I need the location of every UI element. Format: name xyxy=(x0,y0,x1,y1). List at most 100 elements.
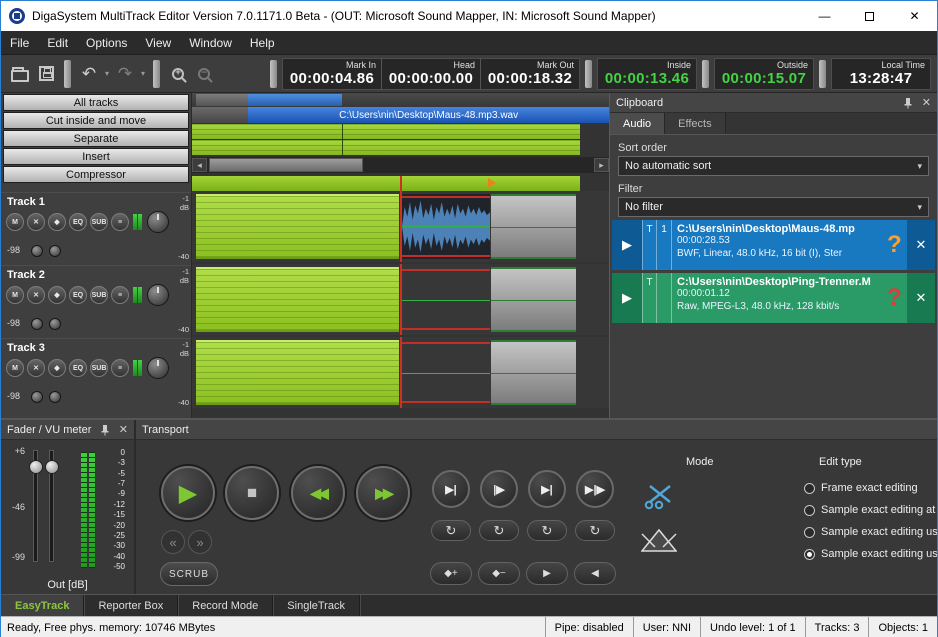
gain-knob[interactable] xyxy=(31,245,43,257)
play-item-button[interactable]: ▶ xyxy=(612,220,642,270)
nudge-left-button[interactable]: ◀ xyxy=(574,562,616,585)
track-menu-button[interactable]: ≡ xyxy=(111,213,129,231)
tab-singletrack[interactable]: SingleTrack xyxy=(273,595,360,616)
audio-object-green[interactable] xyxy=(196,267,399,332)
nudge-right-button[interactable]: ▶ xyxy=(526,562,568,585)
marker-icon[interactable] xyxy=(488,178,496,188)
add-marker-button[interactable]: ◆+ xyxy=(430,562,472,585)
open-button[interactable] xyxy=(7,60,33,88)
playhead[interactable] xyxy=(400,191,402,262)
eq-button[interactable]: EQ xyxy=(69,213,87,231)
overview-waveform-row2[interactable] xyxy=(192,140,609,155)
radio-sample-exact-2[interactable]: Sample exact editing us xyxy=(804,526,937,538)
rail-waveform[interactable] xyxy=(192,176,580,191)
insert-button[interactable]: Insert xyxy=(3,148,189,165)
pan-knob[interactable] xyxy=(147,284,169,306)
aux-knob[interactable] xyxy=(49,245,61,257)
eq-button[interactable]: EQ xyxy=(69,359,87,377)
audio-object-selected[interactable] xyxy=(491,267,577,332)
solo-button[interactable]: ✕ xyxy=(27,359,45,377)
sort-order-select[interactable]: No automatic sort ▾ xyxy=(618,156,929,176)
scrub-button[interactable]: SCRUB xyxy=(160,562,218,586)
fast-forward-button[interactable]: ▶▶ xyxy=(356,466,410,520)
menu-file[interactable]: File xyxy=(1,31,38,54)
pan-knob[interactable] xyxy=(147,357,169,379)
save-button[interactable] xyxy=(33,60,59,88)
playhead[interactable] xyxy=(400,337,402,408)
scroll-left-button[interactable]: ◂ xyxy=(192,158,207,172)
scrollbar-thumb[interactable] xyxy=(209,158,363,172)
scroll-right-button[interactable]: ▸ xyxy=(594,158,609,172)
stop-button[interactable]: ■ xyxy=(225,466,279,520)
redo-dropdown[interactable]: ▾ xyxy=(138,69,148,78)
clipboard-item[interactable]: ▶ T 1 C:\Users\nin\Desktop\Maus-48.mp 00… xyxy=(612,220,935,270)
record-arm-button[interactable]: ◆ xyxy=(48,213,66,231)
undo-button[interactable]: ↶ xyxy=(76,60,102,88)
step-back-button[interactable]: « xyxy=(161,530,185,554)
overview-waveform-row1[interactable] xyxy=(192,124,609,139)
sub-button[interactable]: SUB xyxy=(90,359,108,377)
filter-select[interactable]: No filter ▾ xyxy=(618,197,929,217)
audio-object-green[interactable] xyxy=(196,194,399,259)
sub-button[interactable]: SUB xyxy=(90,213,108,231)
solo-button[interactable]: ✕ xyxy=(27,286,45,304)
fader-knob-right[interactable] xyxy=(45,460,59,474)
close-panel-icon[interactable]: ✕ xyxy=(922,96,931,109)
track-menu-button[interactable]: ≡ xyxy=(111,286,129,304)
compressor-button[interactable]: Compressor xyxy=(3,166,189,183)
playhead[interactable] xyxy=(400,176,402,191)
mute-button[interactable]: M xyxy=(6,359,24,377)
eq-button[interactable]: EQ xyxy=(69,286,87,304)
close-button[interactable]: ✕ xyxy=(892,1,937,31)
audio-waveform[interactable] xyxy=(402,194,490,259)
step-forward-button[interactable]: » xyxy=(188,530,212,554)
aux-knob[interactable] xyxy=(49,318,61,330)
record-arm-button[interactable]: ◆ xyxy=(48,359,66,377)
menu-help[interactable]: Help xyxy=(241,31,284,54)
play-to-mark-button[interactable]: ▶| xyxy=(432,470,470,508)
radio-sample-exact-1[interactable]: Sample exact editing at xyxy=(804,504,937,516)
menu-edit[interactable]: Edit xyxy=(38,31,77,54)
play-selection-button[interactable]: ▶|▶ xyxy=(576,470,614,508)
play-from-mark-button[interactable]: |▶ xyxy=(480,470,518,508)
menu-view[interactable]: View xyxy=(136,31,180,54)
playhead[interactable] xyxy=(400,264,402,335)
remove-item-button[interactable]: ✕ xyxy=(907,220,935,270)
remove-marker-button[interactable]: ◆− xyxy=(478,562,520,585)
gain-knob[interactable] xyxy=(31,391,43,403)
play-over-mark-button[interactable]: ▶| xyxy=(528,470,566,508)
pan-knob[interactable] xyxy=(147,211,169,233)
tab-audio[interactable]: Audio xyxy=(610,113,665,134)
audio-object-selected[interactable] xyxy=(491,194,577,259)
maximize-button[interactable] xyxy=(847,1,892,31)
zoom-in-button[interactable]: + xyxy=(165,60,191,88)
audio-object-selected[interactable] xyxy=(491,340,577,405)
separate-button[interactable]: Separate xyxy=(3,130,189,147)
record-arm-button[interactable]: ◆ xyxy=(48,286,66,304)
object-file-path[interactable]: C:\Users\nin\Desktop\Maus-48.mp3.wav xyxy=(248,107,609,123)
menu-options[interactable]: Options xyxy=(77,31,136,54)
loop-button[interactable]: ↻ xyxy=(527,520,567,541)
menu-window[interactable]: Window xyxy=(180,31,241,54)
rewind-button[interactable]: ◀◀ xyxy=(291,466,345,520)
clipboard-item[interactable]: ▶ T C:\Users\nin\Desktop\Ping-Trenner.M … xyxy=(612,273,935,323)
tab-easytrack[interactable]: EasyTrack xyxy=(1,595,84,616)
cut-inside-and-move-button[interactable]: Cut inside and move xyxy=(3,112,189,129)
solo-button[interactable]: ✕ xyxy=(27,213,45,231)
play-item-button[interactable]: ▶ xyxy=(612,273,642,323)
close-panel-icon[interactable]: ✕ xyxy=(119,423,128,436)
overview-selected-segment[interactable] xyxy=(248,94,342,106)
overview-segment[interactable] xyxy=(196,94,248,106)
undo-dropdown[interactable]: ▾ xyxy=(102,69,112,78)
remove-item-button[interactable]: ✕ xyxy=(907,273,935,323)
aux-knob[interactable] xyxy=(49,391,61,403)
minimize-button[interactable]: — xyxy=(802,1,847,31)
fader-knob-left[interactable] xyxy=(29,460,43,474)
all-tracks-button[interactable]: All tracks xyxy=(3,94,189,111)
radio-frame-exact[interactable]: Frame exact editing xyxy=(804,482,937,494)
tab-effects[interactable]: Effects xyxy=(665,113,725,134)
sub-button[interactable]: SUB xyxy=(90,286,108,304)
tab-record-mode[interactable]: Record Mode xyxy=(178,595,273,616)
radio-sample-exact-3[interactable]: Sample exact editing us xyxy=(804,548,937,560)
audio-object-green[interactable] xyxy=(196,340,399,405)
